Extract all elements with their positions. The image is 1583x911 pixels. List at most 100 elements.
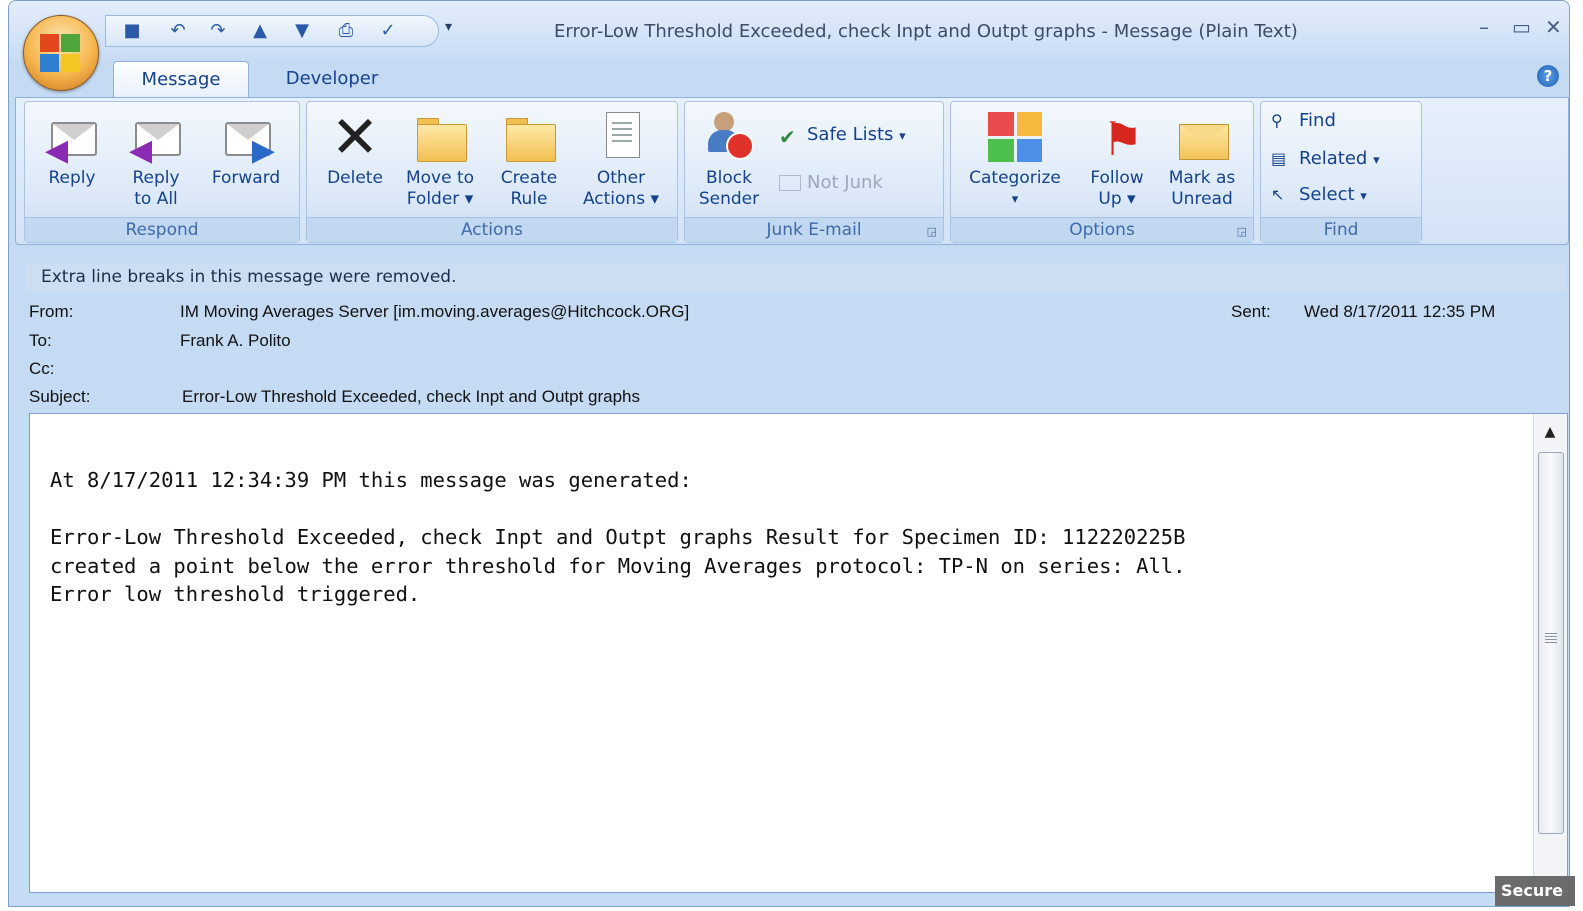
tab-developer[interactable]: Developer: [267, 61, 397, 97]
categorize-button[interactable]: Categorize ▾: [959, 102, 1071, 210]
block-sender-button[interactable]: Block Sender: [689, 102, 769, 210]
quick-access-toolbar: ■ ↶ ↷ ▲ ▼ ⎙ ✓: [105, 15, 439, 47]
close-button[interactable]: ✕: [1545, 15, 1562, 39]
office-button[interactable]: [23, 15, 99, 91]
junk-email-group: Block Sender ✔ Safe Lists ▾ Not Junk Junk…: [684, 101, 944, 243]
chevron-down-icon: ▾: [1373, 153, 1380, 168]
related-icon: ▤: [1271, 149, 1287, 168]
cursor-icon: ↖: [1271, 185, 1285, 204]
other-label-1: Other: [596, 168, 646, 188]
customize-toolbar-chevron-icon[interactable]: ▾: [445, 19, 452, 35]
create-rule-button[interactable]: Create Rule: [487, 102, 571, 210]
find-button[interactable]: ⚲ Find: [1271, 110, 1336, 131]
move-to-folder-button[interactable]: Move to Folder ▾: [397, 102, 483, 210]
body-line-4: Error low threshold triggered.: [50, 582, 421, 606]
find-group: ⚲ Find ▤ Related ▾ ↖ Select ▾ Find: [1260, 101, 1422, 243]
body-line-3: created a point below the error threshol…: [50, 553, 1186, 578]
secure-tag: Secure: [1495, 876, 1575, 906]
dialog-launcher-icon[interactable]: ◲: [1237, 225, 1247, 238]
body-line-2: Error-Low Threshold Exceeded, check Inpt…: [50, 525, 1186, 549]
delete-label: Delete: [327, 168, 383, 188]
save-icon[interactable]: ■: [120, 19, 144, 43]
vertical-scrollbar[interactable]: ▲: [1533, 414, 1567, 892]
next-item-icon[interactable]: ▼: [290, 19, 314, 43]
categorize-label: Categorize: [969, 168, 1061, 188]
scroll-thumb[interactable]: [1538, 452, 1564, 834]
reply-label: Reply: [48, 168, 96, 188]
body-line-1: At 8/17/2011 12:34:39 PM this message wa…: [50, 468, 692, 492]
to-value[interactable]: Frank A. Polito: [180, 331, 291, 351]
reply-all-label-2: to All: [134, 189, 178, 209]
options-group: Categorize ▾ ⚑ Follow Up ▾ Mark as Unrea…: [950, 101, 1254, 243]
subject-label: Subject:: [29, 387, 91, 406]
find-group-label: Find: [1261, 217, 1421, 242]
sent-value: Wed 8/17/2011 12:35 PM: [1304, 302, 1496, 321]
forward-label: Forward: [211, 168, 281, 188]
rule-label-1: Create: [500, 168, 558, 188]
other-actions-button[interactable]: Other Actions ▾: [573, 102, 669, 210]
follow-up-button[interactable]: ⚑ Follow Up ▾: [1079, 102, 1155, 210]
delete-button[interactable]: ✕ Delete: [315, 102, 395, 189]
minimize-button[interactable]: –: [1479, 15, 1489, 39]
block-sender-icon: [702, 110, 756, 164]
follow-label-1: Follow: [1090, 168, 1144, 188]
move-label-2: Folder: [406, 189, 460, 209]
actions-group: ✕ Delete Move to Folder ▾ Create Rule Ot…: [306, 101, 678, 243]
reply-icon: ◀: [45, 110, 99, 166]
actions-group-label: Actions: [307, 217, 677, 242]
ribbon: ◀ Reply ◀ Reply to All ▶ Forward Respond…: [15, 97, 1569, 245]
help-icon[interactable]: ?: [1537, 65, 1559, 87]
select-label: Select: [1299, 184, 1355, 205]
print-icon[interactable]: ⎙: [334, 19, 358, 43]
subject-value: Error-Low Threshold Exceeded, check Inpt…: [182, 387, 640, 406]
forward-icon: ▶: [219, 110, 275, 166]
unread-envelope-icon: [1175, 110, 1229, 164]
categorize-icon: [988, 110, 1042, 164]
other-label-2: Actions: [582, 189, 646, 209]
mark-as-unread-button[interactable]: Mark as Unread: [1159, 102, 1245, 210]
redo-icon[interactable]: ↷: [206, 19, 230, 43]
binoculars-icon: ⚲: [1271, 111, 1283, 130]
select-button[interactable]: ↖ Select ▾: [1271, 184, 1367, 205]
not-junk-button[interactable]: Not Junk: [779, 172, 883, 193]
maximize-button[interactable]: ▭: [1512, 15, 1531, 39]
message-body-text: At 8/17/2011 12:34:39 PM this message wa…: [50, 466, 1530, 609]
chevron-down-icon: ▾: [1360, 189, 1367, 204]
follow-label-2: Up: [1098, 189, 1122, 209]
reply-button[interactable]: ◀ Reply: [33, 102, 111, 189]
flag-icon: ⚑: [1102, 112, 1144, 166]
rule-label-2: Rule: [510, 189, 548, 209]
reply-all-button[interactable]: ◀ Reply to All: [117, 102, 195, 210]
chevron-down-icon: ▾: [464, 189, 474, 209]
sent-label: Sent:: [1231, 302, 1271, 321]
junk-email-group-label: Junk E-mail: [685, 217, 943, 242]
ribbon-tabs: Message Developer: [9, 59, 1569, 98]
scroll-up-arrow-icon[interactable]: ▲: [1538, 418, 1562, 446]
move-label-1: Move to: [405, 168, 475, 188]
move-folder-icon: [413, 110, 467, 164]
from-value[interactable]: IM Moving Averages Server [im.moving.ave…: [180, 302, 689, 322]
chevron-down-icon: ▾: [650, 189, 660, 209]
forward-button[interactable]: ▶ Forward: [201, 102, 291, 189]
outlook-message-window: ■ ↶ ↷ ▲ ▼ ⎙ ✓ ▾ Error-Low Threshold Exce…: [8, 0, 1570, 907]
office-logo-icon: [40, 34, 80, 72]
delete-x-icon: ✕: [330, 103, 380, 171]
previous-item-icon[interactable]: ▲: [248, 19, 272, 43]
block-label-2: Sender: [698, 189, 760, 209]
options-group-label: Options: [951, 217, 1253, 242]
chevron-down-icon: ▾: [1127, 189, 1136, 209]
tab-message[interactable]: Message: [113, 61, 249, 98]
undo-icon[interactable]: ↶: [166, 19, 190, 43]
message-body[interactable]: At 8/17/2011 12:34:39 PM this message wa…: [29, 413, 1568, 893]
related-button[interactable]: ▤ Related ▾: [1271, 148, 1380, 169]
chevron-down-icon: ▾: [899, 129, 906, 144]
create-rule-icon: [502, 110, 556, 164]
respond-group: ◀ Reply ◀ Reply to All ▶ Forward Respond: [24, 101, 300, 243]
not-junk-label: Not Junk: [807, 172, 883, 193]
dialog-launcher-icon[interactable]: ◲: [927, 225, 937, 238]
reply-all-label-1: Reply: [132, 168, 180, 188]
to-label: To:: [29, 331, 52, 350]
safe-lists-button[interactable]: ✔ Safe Lists ▾: [779, 124, 906, 149]
spelling-icon[interactable]: ✓: [376, 19, 400, 43]
info-bar[interactable]: Extra line breaks in this message were r…: [25, 263, 1565, 291]
